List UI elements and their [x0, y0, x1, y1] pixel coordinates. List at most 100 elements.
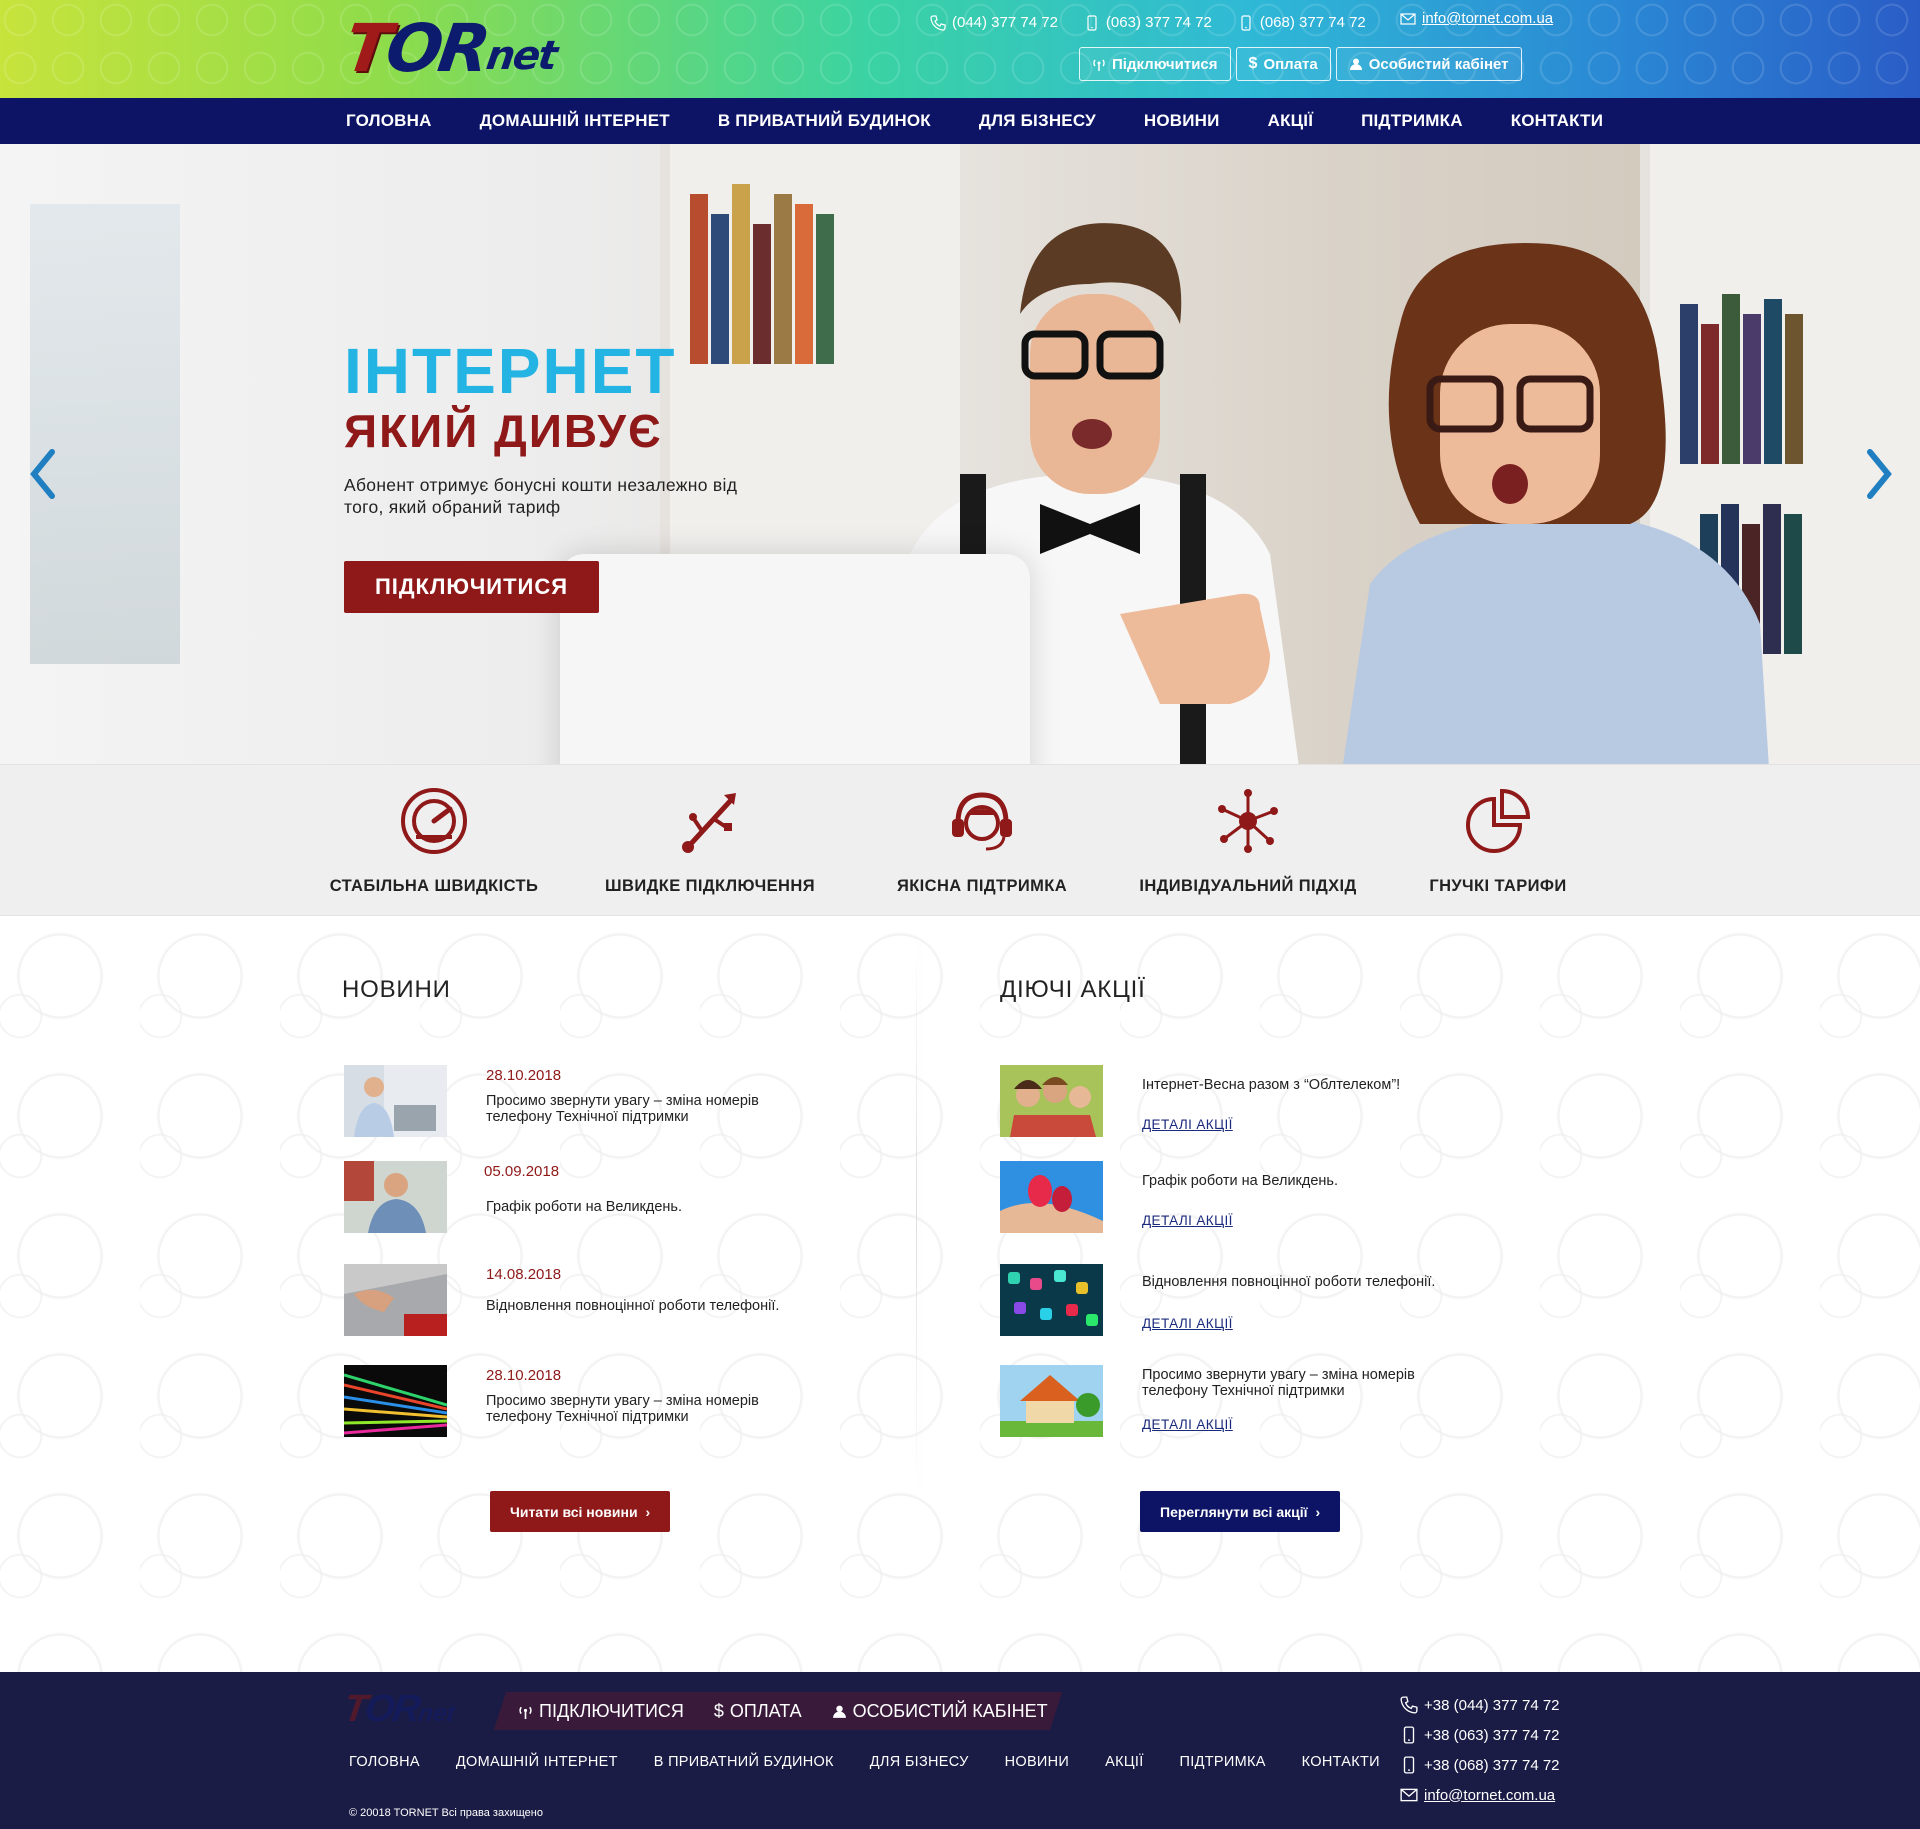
promos-title: ДІЮЧІ АКЦІЇ [1000, 976, 1146, 1003]
footer-logo[interactable]: T OR net [341, 1688, 458, 1730]
cabinet-button[interactable]: Особистий кабінет [1335, 47, 1522, 81]
promo-details-link[interactable]: ДЕТАЛІ АКЦІЇ [1142, 1417, 1233, 1432]
hero-connect-button[interactable]: ПІДКЛЮЧИТИСЯ [344, 561, 599, 613]
news-thumbnail[interactable] [344, 1065, 447, 1137]
news-thumbnail[interactable] [344, 1161, 447, 1233]
header-buttons: Підключитися $ Оплата Особистий кабінет [1079, 47, 1522, 81]
footer-phone-1[interactable]: +38 (044) 377 74 72 [1400, 1690, 1560, 1720]
all-news-button[interactable]: Читати всі новини › [490, 1491, 671, 1532]
header-email-text: info@tornet.com.ua [1422, 10, 1554, 27]
promo-item[interactable]: Інтернет-Весна разом з “Облтелеком”! ДЕТ… [1000, 1065, 1520, 1137]
footer-nav-business[interactable]: ДЛЯ БІЗНЕСУ [870, 1754, 969, 1770]
promo-thumbnail[interactable] [1000, 1365, 1103, 1437]
chevron-right-icon: › [1315, 1503, 1321, 1520]
payment-button-label: Оплата [1263, 55, 1318, 73]
footer-payment-link[interactable]: $ ОПЛАТА [714, 1701, 802, 1722]
mobile-phone-icon [1087, 14, 1097, 31]
phone-icon [930, 14, 946, 31]
nav-item-support[interactable]: ПІДТРИМКА [1361, 98, 1463, 144]
news-thumbnail[interactable] [344, 1264, 447, 1336]
news-item[interactable]: 28.10.2018 Просимо звернути увагу – змін… [344, 1365, 864, 1437]
news-date: 28.10.2018 [486, 1367, 562, 1384]
footer-cabinet-label: ОСОБИСТИЙ КАБІНЕТ [852, 1700, 1048, 1721]
news-thumbnail[interactable] [344, 1365, 447, 1437]
promo-thumbnail[interactable] [1000, 1264, 1103, 1336]
footer-phone-2[interactable]: +38 (063) 377 74 72 [1400, 1720, 1560, 1750]
logo[interactable]: T OR net [340, 10, 562, 87]
footer-nav-private-house[interactable]: В ПРИВАТНИЙ БУДИНОК [654, 1754, 834, 1770]
nav-item-home-internet[interactable]: ДОМАШНІЙ ІНТЕРНЕТ [480, 98, 670, 144]
footer-phone-3[interactable]: +38 (068) 377 74 72 [1400, 1750, 1560, 1780]
promo-details-link[interactable]: ДЕТАЛІ АКЦІЇ [1142, 1117, 1233, 1132]
footer-phone-2-text: +38 (063) 377 74 72 [1424, 1726, 1560, 1744]
logo-letters-net: net [483, 33, 559, 79]
nav-item-private-house[interactable]: В ПРИВАТНИЙ БУДИНОК [718, 98, 931, 144]
connect-button[interactable]: Підключитися [1079, 47, 1231, 81]
hero-woman-illustration [1343, 243, 1769, 764]
promo-thumbnail[interactable] [1000, 1065, 1103, 1137]
footer-quick-links: ПІДКЛЮЧИТИСЯ $ ОПЛАТА ОСОБИСТИЙ КАБІНЕТ [518, 1692, 1048, 1730]
promo-details-link[interactable]: ДЕТАЛІ АКЦІЇ [1142, 1316, 1233, 1331]
mobile-phone-icon [1403, 1756, 1415, 1774]
hero-subtitle: ЯКИЙ ДИВУЄ [344, 405, 663, 457]
promo-thumbnail[interactable] [1000, 1161, 1103, 1233]
slider-next-arrow-icon[interactable] [1860, 444, 1900, 504]
usb-icon [682, 793, 736, 853]
nav-item-contacts[interactable]: КОНТАКТИ [1511, 98, 1603, 144]
promo-text[interactable]: Інтернет-Весна разом з “Облтелеком”! [1142, 1077, 1482, 1093]
footer-logo-letters-or: OR [362, 1688, 422, 1730]
support-headset-icon [952, 792, 1012, 851]
footer-nav: ГОЛОВНА ДОМАШНІЙ ІНТЕРНЕТ В ПРИВАТНИЙ БУ… [349, 1754, 1380, 1770]
header-email[interactable]: info@tornet.com.ua [1400, 10, 1553, 27]
nav-item-promos[interactable]: АКЦІЇ [1268, 98, 1313, 144]
nav-item-news[interactable]: НОВИНИ [1144, 98, 1220, 144]
footer-nav-news[interactable]: НОВИНИ [1005, 1754, 1070, 1770]
news-title: НОВИНИ [342, 976, 451, 1003]
news-image-man-laptop [344, 1065, 447, 1137]
promo-item[interactable]: Графік роботи на Великдень. ДЕТАЛІ АКЦІЇ [1000, 1161, 1520, 1233]
header-phone-2[interactable]: (063) 377 74 72 [1084, 14, 1212, 31]
feature-individual-approach: ІНДИВІДУАЛЬНИЙ ПІДХІД [1138, 785, 1358, 896]
news-item[interactable]: 05.09.2018 Графік роботи на Великдень. [344, 1161, 864, 1233]
footer-nav-home-internet[interactable]: ДОМАШНІЙ ІНТЕРНЕТ [456, 1754, 618, 1770]
nav-item-business[interactable]: ДЛЯ БІЗНЕСУ [979, 98, 1096, 144]
promo-details-link[interactable]: ДЕТАЛІ АКЦІЇ [1142, 1213, 1233, 1228]
header-phone-3[interactable]: (068) 377 74 72 [1238, 14, 1366, 31]
feature-fast-connection: ШВИДКЕ ПІДКЛЮЧЕННЯ [600, 785, 820, 896]
all-promos-button[interactable]: Переглянути всі акції › [1140, 1491, 1341, 1532]
site-header: T OR net (044) 377 74 72 (063) 377 74 72… [0, 0, 1920, 98]
footer-nav-home[interactable]: ГОЛОВНА [349, 1754, 420, 1770]
news-text[interactable]: Графік роботи на Великдень. [486, 1199, 816, 1215]
news-text[interactable]: Відновлення повноцінної роботи телефонії… [486, 1298, 816, 1314]
footer-nav-contacts[interactable]: КОНТАКТИ [1302, 1754, 1380, 1770]
footer-cabinet-link[interactable]: ОСОБИСТИЙ КАБІНЕТ [832, 1701, 1048, 1722]
footer-phone-3-text: +38 (068) 377 74 72 [1424, 1756, 1560, 1774]
news-text[interactable]: Просимо звернути увагу – зміна номерів т… [486, 1393, 816, 1425]
promo-text[interactable]: Відновлення повноцінної роботи телефонії… [1142, 1274, 1482, 1290]
news-item[interactable]: 14.08.2018 Відновлення повноцінної робот… [344, 1264, 864, 1336]
cabinet-button-label: Особистий кабінет [1368, 55, 1509, 73]
news-text[interactable]: Просимо звернути увагу – зміна номерів т… [486, 1093, 816, 1125]
news-item[interactable]: 28.10.2018 Просимо звернути увагу – змін… [344, 1065, 864, 1137]
slider-prev-arrow-icon[interactable] [22, 444, 62, 504]
all-promos-button-label: Переглянути всі акції [1160, 1503, 1308, 1520]
footer-contacts: +38 (044) 377 74 72 +38 (063) 377 74 72 … [1400, 1690, 1560, 1810]
payment-button[interactable]: $ Оплата [1235, 47, 1331, 81]
promo-image-app-icons [1000, 1264, 1103, 1336]
footer-email[interactable]: info@tornet.com.ua [1400, 1780, 1560, 1810]
mobile-phone-icon [1403, 1726, 1415, 1744]
footer-copyright: © 20018 TORNET Всі права захищено [349, 1807, 543, 1819]
footer-nav-promos[interactable]: АКЦІЇ [1105, 1754, 1143, 1770]
promo-item[interactable]: Відновлення повноцінної роботи телефонії… [1000, 1264, 1520, 1336]
header-phone-1-text: (044) 377 74 72 [952, 14, 1058, 31]
header-phone-1[interactable]: (044) 377 74 72 [930, 14, 1058, 31]
network-nodes-icon [1218, 789, 1278, 853]
footer-nav-support[interactable]: ПІДТРИМКА [1180, 1754, 1266, 1770]
promo-text[interactable]: Графік роботи на Великдень. [1142, 1173, 1482, 1189]
news-date: 05.09.2018 [484, 1163, 560, 1180]
footer-connect-link[interactable]: ПІДКЛЮЧИТИСЯ [518, 1701, 684, 1722]
promo-image-friends [1000, 1065, 1103, 1137]
promo-item[interactable]: Просимо звернути увагу – зміна номерів т… [1000, 1365, 1520, 1437]
nav-item-home[interactable]: ГОЛОВНА [346, 98, 432, 144]
promo-text[interactable]: Просимо звернути увагу – зміна номерів т… [1142, 1367, 1482, 1399]
